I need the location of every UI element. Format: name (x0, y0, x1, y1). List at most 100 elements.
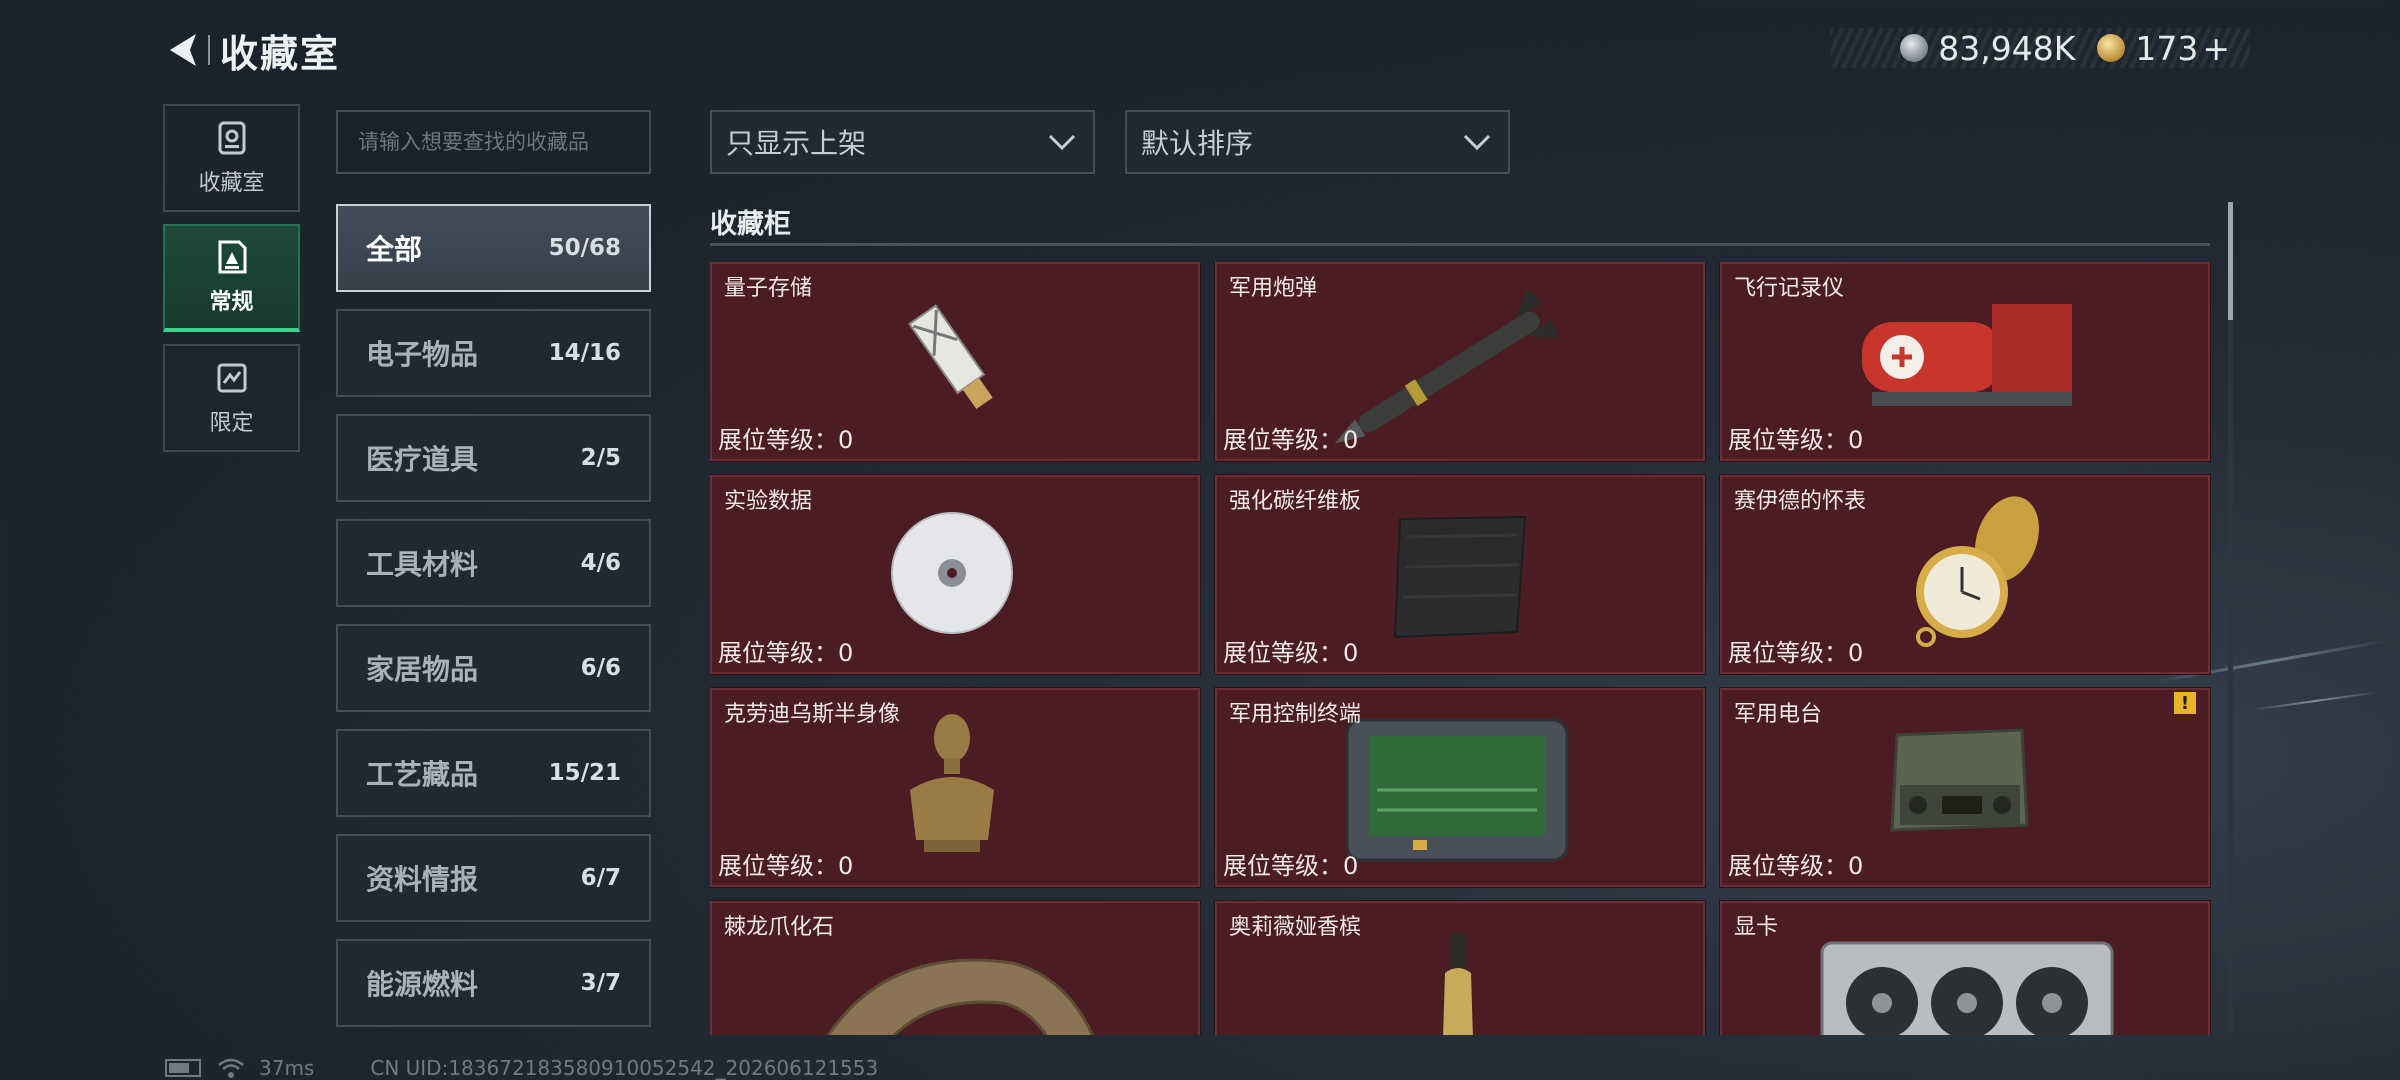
gold-currency[interactable]: 173 + (2097, 29, 2230, 68)
page-header: 收藏室 (160, 20, 340, 80)
scrollbar-thumb[interactable] (2228, 202, 2233, 320)
item-name: 显卡 (1734, 915, 1779, 940)
collection-grid: 量子存储 展位等级：0 军用炮弹 展位等级：0 飞行记录仪 展位等级：0 实验数… (710, 262, 2215, 1035)
item-level: 展位等级：0 (1728, 852, 1864, 880)
category-household[interactable]: 家居物品 6/6 (336, 624, 651, 712)
item-name: 飞行记录仪 (1734, 276, 1845, 301)
regular-icon (215, 238, 249, 276)
rail-tab-collection-room[interactable]: 收藏室 (163, 104, 300, 212)
category-name: 能源燃料 (366, 968, 479, 1001)
search-box (336, 110, 651, 174)
item-card[interactable]: 军用控制终端 展位等级：0 (1214, 687, 1706, 888)
item-card[interactable]: 克劳迪乌斯半身像 展位等级：0 (710, 687, 1201, 888)
gold-coin-icon (2097, 34, 2126, 62)
category-count: 3/7 (580, 970, 621, 996)
add-currency-button[interactable]: + (2202, 29, 2230, 68)
category-tools[interactable]: 工具材料 4/6 (336, 519, 651, 607)
ping-value: 37ms (259, 1056, 315, 1080)
item-level: 展位等级：0 (718, 852, 854, 880)
item-name: 奥莉薇娅香槟 (1229, 915, 1362, 940)
chevron-down-icon (1463, 134, 1491, 151)
item-name: 军用控制终端 (1229, 702, 1362, 727)
item-card[interactable]: 棘龙爪化石 (710, 900, 1201, 1035)
item-level: 展位等级：0 (1223, 639, 1359, 667)
item-name: 量子存储 (724, 276, 813, 301)
category-count: 2/5 (580, 445, 621, 471)
category-count: 6/7 (580, 865, 621, 891)
item-name: 克劳迪乌斯半身像 (724, 702, 901, 727)
category-count: 4/6 (580, 550, 621, 576)
header-divider (208, 35, 210, 65)
item-card[interactable]: 赛伊德的怀表 展位等级：0 (1719, 474, 2211, 675)
category-medical[interactable]: 医疗道具 2/5 (336, 414, 651, 502)
limited-icon (215, 359, 249, 397)
rail-tab-regular[interactable]: 常规 (163, 224, 300, 332)
category-name: 家居物品 (366, 653, 479, 686)
page-title: 收藏室 (220, 31, 341, 76)
back-arrow-icon (170, 34, 196, 66)
item-card[interactable]: 军用电台 ! 展位等级：0 (1719, 687, 2211, 888)
item-level: 展位等级：0 (1728, 426, 1864, 454)
display-filter-dropdown[interactable]: 只显示上架 (710, 110, 1095, 174)
sort-dropdown[interactable]: 默认排序 (1125, 110, 1510, 174)
category-name: 工艺藏品 (366, 758, 479, 791)
chevron-down-icon (1048, 134, 1076, 151)
item-card[interactable]: 强化碳纤维板 展位等级：0 (1214, 474, 1706, 675)
item-level: 展位等级：0 (718, 639, 854, 667)
rail-label: 限定 (209, 411, 254, 436)
item-level: 展位等级：0 (1223, 852, 1359, 880)
item-card[interactable]: 飞行记录仪 展位等级：0 (1719, 262, 2211, 462)
gold-amount: 173 (2135, 28, 2199, 68)
alert-badge: ! (2174, 692, 2196, 714)
category-name: 全部 (366, 233, 423, 266)
user-uid: CN UID:183672183580910052542_20260612155… (370, 1056, 879, 1080)
category-count: 50/68 (548, 235, 621, 261)
display-filter-value: 只显示上架 (726, 127, 867, 160)
battery-icon (165, 1059, 201, 1077)
category-all[interactable]: 全部 50/68 (336, 204, 651, 292)
scrollbar-track[interactable] (2228, 202, 2233, 1032)
category-count: 15/21 (548, 760, 621, 786)
graphics-card-icon (1820, 941, 2114, 1035)
item-card[interactable]: 实验数据 展位等级：0 (710, 474, 1201, 675)
category-count: 6/6 (580, 655, 621, 681)
item-name: 军用电台 (1734, 702, 1823, 727)
rail-label: 常规 (209, 290, 254, 315)
category-energy[interactable]: 能源燃料 3/7 (336, 939, 651, 1027)
item-card[interactable]: 量子存储 展位等级：0 (710, 262, 1201, 462)
rail-label: 收藏室 (198, 171, 265, 196)
rail-tab-limited[interactable]: 限定 (163, 344, 300, 452)
category-intel[interactable]: 资料情报 6/7 (336, 834, 651, 922)
item-name: 棘龙爪化石 (724, 915, 835, 940)
category-list: 全部 50/68 电子物品 14/16 医疗道具 2/5 工具材料 4/6 家居… (336, 204, 651, 1044)
category-name: 工具材料 (366, 548, 479, 581)
silver-currency: 83,948K (1900, 29, 2075, 68)
section-title: 收藏柜 (710, 209, 791, 240)
back-button[interactable] (160, 25, 204, 75)
item-card[interactable]: 奥莉薇娅香槟 (1214, 900, 1706, 1035)
collection-room-icon (215, 119, 249, 157)
item-name: 军用炮弹 (1229, 276, 1318, 301)
category-name: 电子物品 (366, 338, 479, 371)
item-name: 赛伊德的怀表 (1734, 489, 1867, 514)
category-name: 医疗道具 (366, 443, 479, 476)
background-streak (2250, 690, 2380, 712)
category-count: 14/16 (548, 340, 621, 366)
item-name: 实验数据 (724, 489, 813, 514)
wifi-icon (218, 1058, 244, 1078)
item-level: 展位等级：0 (1728, 639, 1864, 667)
currency-bar: 83,948K 173 + (1830, 28, 2250, 68)
item-card[interactable]: 显卡 (1719, 900, 2211, 1035)
item-card[interactable]: 军用炮弹 展位等级：0 (1214, 262, 1706, 462)
left-rail: 收藏室 常规 限定 (163, 104, 300, 464)
item-level: 展位等级：0 (1223, 426, 1359, 454)
silver-amount: 83,948K (1938, 28, 2076, 68)
category-name: 资料情报 (366, 863, 479, 896)
item-level: 展位等级：0 (718, 426, 854, 454)
search-input[interactable] (358, 130, 649, 154)
category-crafts[interactable]: 工艺藏品 15/21 (336, 729, 651, 817)
sort-value: 默认排序 (1141, 127, 1254, 160)
status-footer: 37ms CN UID:183672183580910052542_202606… (165, 1055, 878, 1080)
section-divider (710, 243, 2210, 246)
category-electronics[interactable]: 电子物品 14/16 (336, 309, 651, 397)
